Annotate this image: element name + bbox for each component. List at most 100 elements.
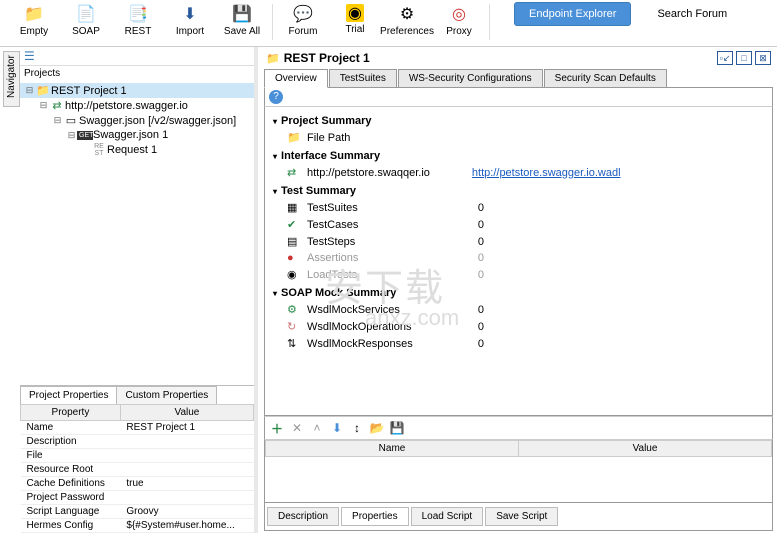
saveall-button[interactable]: 💾Save All xyxy=(216,2,268,39)
tab-description[interactable]: Description xyxy=(267,507,339,526)
get-icon: GET xyxy=(77,131,93,140)
testsuite-icon: ▦ xyxy=(287,201,301,214)
separator xyxy=(489,4,490,40)
up-icon[interactable]: ˄ xyxy=(309,420,325,436)
tab-overview[interactable]: Overview xyxy=(264,69,328,88)
down-icon[interactable]: ⬇ xyxy=(329,420,345,436)
help-icon[interactable]: ? xyxy=(269,90,283,104)
proxy-icon: ◎ xyxy=(449,4,469,24)
tab-save-script[interactable]: Save Script xyxy=(485,507,558,526)
prop-row[interactable]: Cache Definitionstrue xyxy=(21,477,254,491)
preferences-button[interactable]: ⚙Preferences xyxy=(381,2,433,39)
mockservices-count: 0 xyxy=(478,304,764,316)
collapse-icon[interactable]: ▾ xyxy=(273,187,277,196)
tab-wssecurity[interactable]: WS-Security Configurations xyxy=(398,69,543,87)
empty-button[interactable]: 📁Empty xyxy=(8,2,60,39)
tab-testsuites[interactable]: TestSuites xyxy=(329,69,397,87)
prop-row[interactable]: Project Password xyxy=(21,491,254,505)
forum-button[interactable]: 💬Forum xyxy=(277,2,329,39)
restore-icon[interactable]: ▫↙ xyxy=(717,51,733,65)
list-icon[interactable]: ☰ xyxy=(24,49,35,63)
bottom-tabs: Description Properties Load Script Save … xyxy=(264,503,773,531)
tree-node-endpoint[interactable]: ⊟⇄http://petstore.swagger.io xyxy=(20,98,254,113)
link-icon: ⇄ xyxy=(287,166,301,179)
loadtest-icon: ◉ xyxy=(287,268,301,281)
loadtests-count: 0 xyxy=(478,269,764,281)
tree-toolbar: ☰ xyxy=(20,47,254,66)
remove-icon[interactable]: ✕ xyxy=(289,420,305,436)
link-icon: ⇄ xyxy=(49,99,65,112)
trial-icon: ◉ xyxy=(346,4,364,22)
tab-properties[interactable]: Properties xyxy=(341,507,409,526)
wadl-link[interactable]: http://petstore.swagger.io.wadl xyxy=(472,167,621,179)
folder-plus-icon: 📁 xyxy=(24,4,44,24)
mock-resp-icon: ⇅ xyxy=(287,337,301,350)
properties-table[interactable]: NameValue xyxy=(264,439,773,503)
col-value: Value xyxy=(120,405,253,421)
save-icon: 💾 xyxy=(232,4,252,24)
prop-row[interactable]: Description xyxy=(21,435,254,449)
gear-icon: ⚙ xyxy=(397,4,417,24)
prop-row[interactable]: Hermes Config${#System#user.home... xyxy=(21,519,254,533)
proxy-button[interactable]: ◎Proxy xyxy=(433,2,485,39)
import-icon: ⬇ xyxy=(180,4,200,24)
teststep-icon: ▤ xyxy=(287,235,301,248)
tree-node-request[interactable]: RESTRequest 1 xyxy=(20,142,254,158)
section-project-summary: Project Summary xyxy=(281,115,371,127)
tree-node-project[interactable]: ⊟📁REST Project 1 xyxy=(20,83,254,98)
separator xyxy=(272,4,273,40)
detail-pane: 📁 REST Project 1 ▫↙ □ ⊠ Overview TestSui… xyxy=(258,47,777,533)
testsuites-count: 0 xyxy=(478,202,764,214)
section-interface-summary: Interface Summary xyxy=(281,150,380,162)
import-button[interactable]: ⬇Import xyxy=(164,2,216,39)
soap-button[interactable]: 📄SOAP xyxy=(60,2,112,39)
folder-icon: 📁 xyxy=(35,84,51,97)
resource-icon: ▭ xyxy=(63,114,79,127)
tab-custom-properties[interactable]: Custom Properties xyxy=(116,386,217,404)
collapse-icon[interactable]: ▾ xyxy=(273,117,277,126)
interface-host: http://petstore.swaqqer.io xyxy=(307,167,430,179)
assertion-icon: ● xyxy=(287,252,301,264)
detail-tabs: Overview TestSuites WS-Security Configur… xyxy=(264,69,773,88)
save-icon[interactable]: 💾 xyxy=(389,420,405,436)
folder-icon: 📁 xyxy=(287,131,301,144)
tab-project-properties[interactable]: Project Properties xyxy=(20,386,117,404)
property-tabs: Project Properties Custom Properties xyxy=(20,385,254,404)
load-icon[interactable]: 📂 xyxy=(369,420,385,436)
panel-title: REST Project 1 xyxy=(284,51,717,65)
tab-load-script[interactable]: Load Script xyxy=(411,507,484,526)
folder-icon: 📁 xyxy=(266,52,280,65)
main-toolbar: 📁Empty 📄SOAP 📑REST ⬇Import 💾Save All 💬Fo… xyxy=(0,0,777,47)
prop-row[interactable]: File xyxy=(21,449,254,463)
overview-content: 安下载 anxz.com ▾Project Summary 📁File Path… xyxy=(264,107,773,416)
tree-node-method[interactable]: ⊟GETSwagger.json 1 xyxy=(20,128,254,142)
rest-button[interactable]: 📑REST xyxy=(112,2,164,39)
prop-row[interactable]: NameREST Project 1 xyxy=(21,421,254,435)
tab-security-scan[interactable]: Security Scan Defaults xyxy=(544,69,667,87)
trial-button[interactable]: ◉Trial xyxy=(329,2,381,37)
search-forum-label: Search Forum xyxy=(657,2,727,20)
collapse-icon[interactable]: ▾ xyxy=(273,289,277,298)
tree-node-resource[interactable]: ⊟▭Swagger.json [/v2/swagger.json] xyxy=(20,113,254,128)
col-property: Property xyxy=(21,405,121,421)
close-icon[interactable]: ⊠ xyxy=(755,51,771,65)
prop-row[interactable]: Resource Root xyxy=(21,463,254,477)
prop-row[interactable]: Script LanguageGroovy xyxy=(21,505,254,519)
soap-icon: 📄 xyxy=(76,4,96,24)
request-icon: REST xyxy=(91,143,107,157)
col-value: Value xyxy=(519,441,772,457)
section-soap-mock: SOAP Mock Summary xyxy=(281,287,396,299)
collapse-icon[interactable]: ▾ xyxy=(273,152,277,161)
assertions-count: 0 xyxy=(478,252,764,264)
section-test-summary: Test Summary xyxy=(281,185,356,197)
project-tree: ⊟📁REST Project 1 ⊟⇄http://petstore.swagg… xyxy=(20,81,254,385)
check-icon: ✔ xyxy=(287,218,301,231)
maximize-icon[interactable]: □ xyxy=(736,51,752,65)
properties-toolbar: ＋ ✕ ˄ ⬇ ↕ 📂 💾 xyxy=(264,416,773,439)
add-icon[interactable]: ＋ xyxy=(269,420,285,436)
endpoint-explorer-button[interactable]: Endpoint Explorer xyxy=(514,2,631,26)
navigator-tab[interactable]: Navigator xyxy=(3,51,20,107)
mockresp-count: 0 xyxy=(478,338,764,350)
testcases-count: 0 xyxy=(478,219,764,231)
sort-icon[interactable]: ↕ xyxy=(349,420,365,436)
